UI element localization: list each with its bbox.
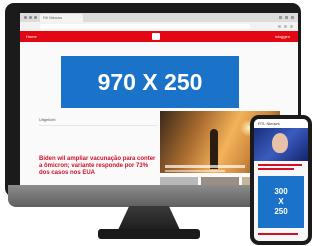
extension-icons[interactable]	[278, 25, 293, 28]
site-header: Home Inloggen	[20, 31, 298, 42]
article-headline[interactable]: Biden wil ampliar vacunação para conter …	[39, 156, 157, 177]
monitor-stand-foot	[98, 229, 200, 239]
browser-tab-controls[interactable]	[279, 16, 294, 19]
close-icon[interactable]	[291, 16, 294, 19]
mobile-ad-banner[interactable]: 300 X 250	[258, 176, 304, 228]
minimize-window-icon[interactable]	[29, 16, 32, 19]
site-logo-icon[interactable]	[152, 33, 160, 40]
maximize-window-icon[interactable]	[34, 16, 37, 19]
profile-icon[interactable]	[290, 25, 293, 28]
desktop-ad-banner[interactable]: 970 X 250	[61, 56, 239, 108]
mobile-ad-label: 250	[274, 207, 288, 216]
phone-header: RTL Nieuws	[254, 119, 308, 128]
phone-site-title[interactable]: RTL Nieuws	[258, 121, 280, 126]
browser-tab[interactable]: Rtl Nieuws	[40, 14, 83, 22]
url-input[interactable]	[40, 24, 250, 29]
browser-address-bar	[20, 22, 298, 31]
header-home-link[interactable]: Home	[26, 31, 37, 42]
desktop-ad-label: 970 X 250	[97, 68, 203, 95]
mobile-ad-label: X	[278, 197, 284, 206]
extension-icon[interactable]	[278, 25, 281, 28]
close-window-icon[interactable]	[24, 16, 27, 19]
hero-caption-bar	[165, 165, 245, 168]
monitor-stand-neck	[118, 206, 180, 230]
person-silhouette	[210, 129, 218, 169]
phone-hero-photo[interactable]	[254, 128, 308, 161]
maximize-icon[interactable]	[285, 16, 288, 19]
header-login-link[interactable]: Inloggen	[275, 31, 290, 42]
minimize-icon[interactable]	[279, 16, 282, 19]
phone-headline-line	[258, 164, 302, 166]
mobile-phone: RTL Nieuws 300 X 250	[250, 115, 312, 245]
phone-headline-line	[258, 233, 298, 235]
hero-caption-bar	[165, 170, 225, 172]
extension-icon[interactable]	[284, 25, 287, 28]
window-controls[interactable]	[24, 16, 37, 19]
phone-headline-line	[258, 168, 294, 170]
section-kicker: Uitgelicht	[39, 117, 56, 122]
person-photo	[272, 133, 288, 153]
mobile-ad-label: 300	[274, 187, 288, 196]
phone-screen: RTL Nieuws 300 X 250	[254, 119, 308, 241]
divider	[39, 125, 157, 126]
browser-tab-bar: Rtl Nieuws	[20, 13, 298, 22]
